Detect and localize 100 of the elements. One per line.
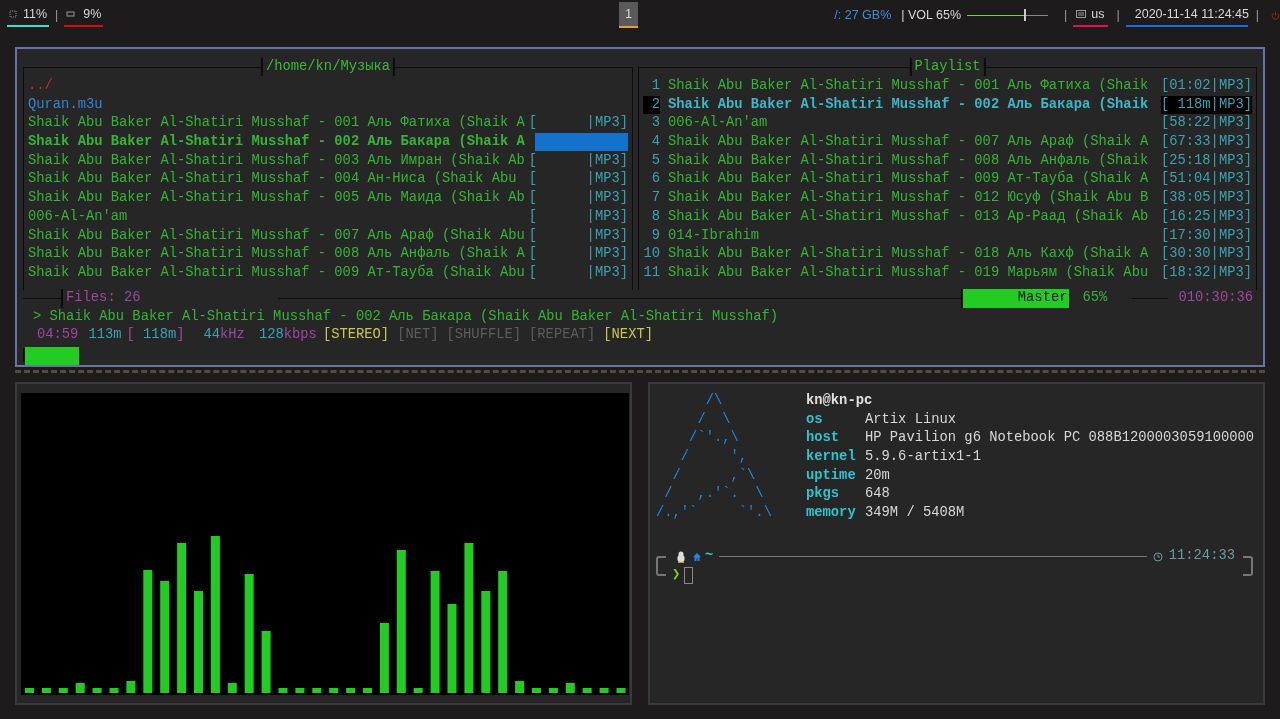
cpu-icon [9, 10, 17, 18]
logo-art: / \ [696, 410, 731, 429]
track-number: 4 [650, 133, 660, 152]
prompt-time: 11:24:33 [1168, 547, 1235, 566]
status-text: 44 [203, 326, 221, 345]
separator: | [1116, 6, 1120, 24]
track-number: 3 [650, 114, 660, 133]
info-value: 648 [865, 485, 890, 504]
track-number: 8 [650, 207, 660, 226]
keyboard-layout: us [1091, 5, 1105, 23]
track-info: [58:22|MP3] [1160, 114, 1252, 133]
file-tag: [ |MP3] [528, 207, 628, 227]
info-key: uptime [806, 466, 865, 486]
track-info: [01:02|MP3] [1160, 77, 1252, 95]
total-time: 010:30:36 [1178, 289, 1253, 308]
track-info: [51:04|MP3] [1160, 170, 1252, 189]
memory-icon [66, 10, 76, 18]
flag-label: [NEXT] [603, 326, 653, 345]
info-key: pkgs [806, 485, 865, 505]
file-count: Files: 26 [61, 289, 278, 308]
status-text: ] [176, 326, 185, 345]
track-number: 9 [650, 226, 660, 245]
status-text: 118m [142, 326, 177, 345]
clock-icon [1152, 551, 1163, 562]
file-tag: [ |MP3] [528, 245, 628, 264]
separator: | [1255, 6, 1259, 24]
home-icon [692, 551, 702, 562]
info-key: os [806, 410, 865, 430]
file-tag: [ |MP3] [528, 114, 628, 134]
pane-title: Playlist [909, 58, 986, 76]
logo-art: /.,'` `'.\ [656, 504, 772, 523]
status-text: 04:59 [37, 326, 79, 345]
info-value: 5.9.6-artix1-1 [865, 448, 981, 467]
prompt-symbol: ❯ [672, 566, 681, 585]
disk-usage: /: 27 GB% [834, 6, 892, 24]
file-name[interactable]: Quran.m3u [28, 95, 103, 115]
volume-label: | VOL 65% [901, 6, 962, 24]
workspace-button[interactable]: 1 [619, 2, 639, 28]
logo-art: / ,`\ [671, 466, 756, 485]
track-info: [ 118m|MP3] [1160, 95, 1252, 115]
file-tag: [ |MP3] [528, 226, 628, 246]
track-title[interactable]: 014-Ibrahim [668, 226, 1161, 246]
logo-art: /`'.,\ [688, 429, 739, 448]
track-number: 11 [643, 263, 660, 282]
flag-label: [STEREO] [322, 326, 390, 345]
info-key: host [806, 429, 865, 449]
frame-corner [656, 555, 666, 566]
keyboard-icon [1076, 10, 1087, 18]
track-title[interactable]: Shaik Abu Baker Al-Shatiri Musshaf - 007 Аль Араф (Shaik A [668, 133, 1161, 152]
file-name[interactable]: 006-Al-An'am [28, 207, 128, 227]
frame-corner [656, 565, 666, 576]
track-title[interactable]: Shaik Abu Baker Al-Shatiri Musshaf - 012 Юсуф (Shaik Abu B [668, 189, 1161, 208]
track-number: 5 [650, 151, 660, 170]
cpu-usage: 11% [23, 5, 48, 23]
file-name[interactable]: Shaik Abu Baker Al-Shatiri Musshaf - 007 Аль Араф (Shaik Abu [28, 226, 525, 246]
file-name[interactable]: Shaik Abu Baker Al-Shatiri Musshaf - 001 Аль Фатиха (Shaik A [28, 114, 525, 134]
info-key: kernel [806, 448, 865, 467]
file-name[interactable]: Shaik Abu Baker Al-Shatiri Musshaf - 002 Аль Бакара (Shaik A [28, 133, 525, 152]
track-info: [38:05|MP3] [1160, 189, 1252, 208]
file-name[interactable]: Shaik Abu Baker Al-Shatiri Musshaf - 003 Аль Имран (Shaik Ab [28, 151, 525, 171]
file-name[interactable]: Shaik Abu Baker Al-Shatiri Musshaf - 004 Ан-Ниса (Shaik Abu [28, 170, 525, 190]
track-info: [67:33|MP3] [1160, 133, 1252, 152]
info-value: HP Pavilion g6 Notebook PC 088B1200003059100000 [865, 429, 1255, 448]
track-title[interactable]: Shaik Abu Baker Al-Shatiri Musshaf - 001 Аль Фатиха (Shaik [668, 77, 1161, 96]
volume-slider[interactable] [967, 9, 1049, 21]
power-icon [1271, 10, 1280, 20]
track-number: 7 [650, 189, 660, 208]
track-title[interactable]: Shaik Abu Baker Al-Shatiri Musshaf - 002 Аль Бакара (Shaik [668, 95, 1161, 115]
file-name[interactable]: Shaik Abu Baker Al-Shatiri Musshaf - 009 Ат-Тауба (Shaik Abu [28, 263, 525, 283]
date-time: 2020-11-14 11:24:45 [1134, 5, 1249, 23]
now-playing: > Shaik Abu Baker Al-Shatiri Musshaf - 002 Аль Бакара (Shaik Abu Baker Al-Shatiri Musshaf) [32, 307, 780, 326]
track-info: [18:32|MP3] [1160, 263, 1252, 282]
status-text: 128 [258, 326, 284, 345]
track-info: [16:25|MP3] [1160, 207, 1252, 226]
frame-corner [1243, 565, 1253, 576]
status-text: kHz [220, 326, 245, 345]
penguin-icon [676, 550, 686, 563]
memory-usage: 9% [83, 5, 102, 23]
track-title[interactable]: Shaik Abu Baker Al-Shatiri Musshaf - 018 Аль Кахф (Shaik A [668, 245, 1161, 264]
track-title[interactable]: Shaik Abu Baker Al-Shatiri Musshaf - 013 Ар-Раад (Shaik Ab [668, 207, 1161, 227]
track-number: 6 [650, 170, 660, 189]
track-info: [25:18|MP3] [1160, 151, 1252, 170]
track-title[interactable]: Shaik Abu Baker Al-Shatiri Musshaf - 008 Аль Анфаль (Shaik [668, 151, 1161, 171]
track-title[interactable]: Shaik Abu Baker Al-Shatiri Musshaf - 009 Ат-Тауба (Shaik A [668, 170, 1161, 190]
track-title[interactable]: 006-Al-An'am [668, 114, 1161, 134]
pane-title: /home/kn/Музыка [260, 58, 396, 76]
track-title[interactable]: Shaik Abu Baker Al-Shatiri Musshaf - 019 Марьям (Shaik Abu [668, 263, 1161, 283]
status-text: [ [126, 326, 135, 345]
status-text: 113m [88, 326, 122, 345]
file-tag: [ |MP3] [528, 151, 628, 171]
file-tag: [ |MP3] [528, 170, 628, 190]
user-host: kn@kn-pc [806, 392, 873, 410]
logo-art: / ,.'`. \ [663, 485, 764, 504]
file-name[interactable]: Shaik Abu Baker Al-Shatiri Musshaf - 008 Аль Анфаль (Shaik A [28, 245, 525, 264]
track-number: 1 [650, 77, 660, 95]
volume-reading: 65% [1082, 289, 1109, 308]
current-directory: ~ [705, 547, 714, 566]
logo-art: /\ [704, 392, 723, 410]
file-name[interactable]: Shaik Abu Baker Al-Shatiri Musshaf - 005 Аль Маида (Shaik Ab [28, 189, 525, 208]
track-info: [17:30|MP3] [1160, 226, 1252, 245]
